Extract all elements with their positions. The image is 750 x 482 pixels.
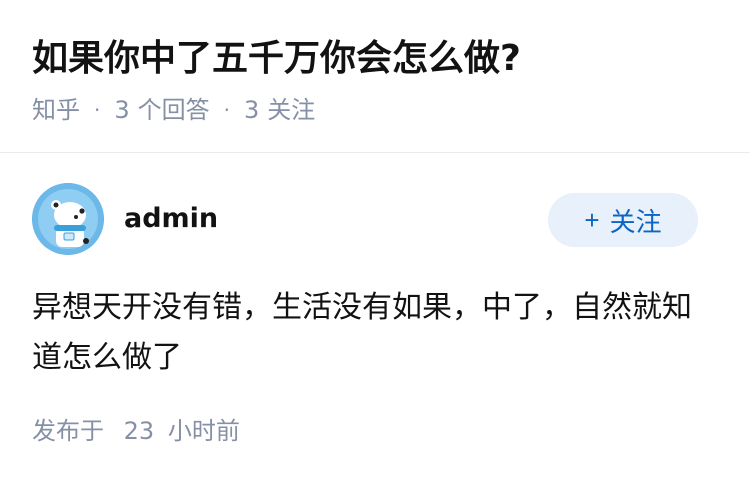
follow-button-label: 关注 xyxy=(609,206,662,237)
time-unit: 小时前 xyxy=(167,417,240,445)
follow-button[interactable]: + 关注 xyxy=(548,193,698,247)
plus-icon: + xyxy=(584,204,600,235)
question-title[interactable]: 如果你中了五千万你会怎么做? xyxy=(32,34,521,84)
answer-count: 3 xyxy=(114,96,130,124)
meta-separator: · xyxy=(94,98,101,122)
time-prefix: 发布于 xyxy=(32,417,104,445)
question-meta: 知乎 · 3 个回答 · 3 关注 xyxy=(32,94,315,126)
source-label[interactable]: 知乎 xyxy=(32,94,80,126)
time-value: 23 xyxy=(123,417,155,445)
bear-mascot-icon xyxy=(32,183,104,255)
follower-count: 3 xyxy=(244,96,260,124)
answer-content[interactable]: 异想天开没有错，生活没有如果，中了，自然就知道怎么做了 xyxy=(32,283,712,383)
question-header: 如果你中了五千万你会怎么做? 知乎 · 3 个回答 · 3 关注 xyxy=(0,0,750,153)
follower-count-label: 关注 xyxy=(267,96,316,124)
meta-separator: · xyxy=(223,98,230,122)
answer-count-label[interactable]: 个回答 xyxy=(138,94,210,126)
answer-page: 如果你中了五千万你会怎么做? 知乎 · 3 个回答 · 3 关注 admin +… xyxy=(0,0,750,482)
avatar[interactable] xyxy=(32,183,104,255)
author-name[interactable]: admin xyxy=(124,201,218,237)
answer-publish-time: 发布于 23 小时前 xyxy=(32,415,240,447)
